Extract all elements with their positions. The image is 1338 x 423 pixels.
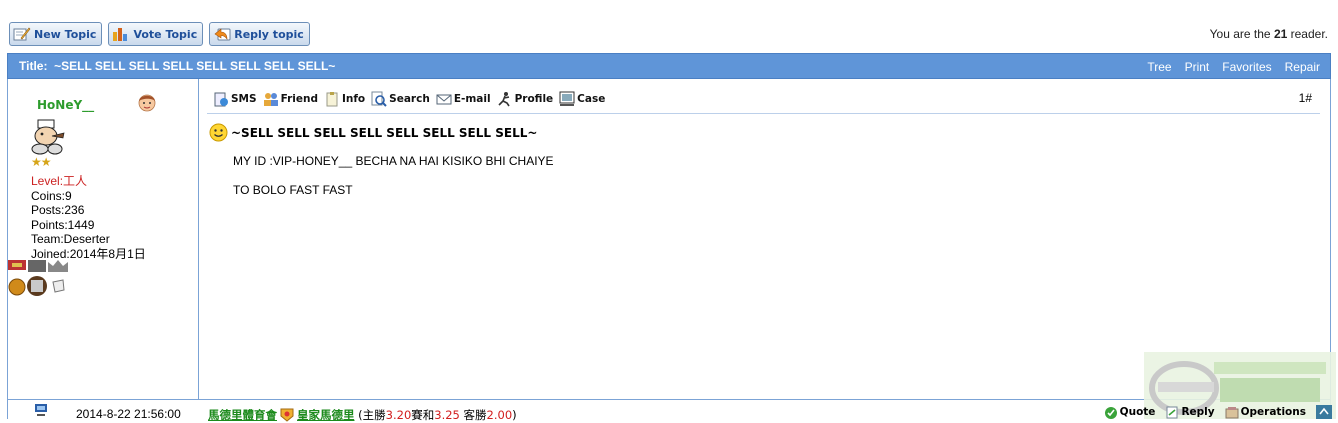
quote-label: Quote xyxy=(1119,406,1156,418)
reply-icon xyxy=(1166,406,1178,418)
ad-link-atletico[interactable]: 馬德里體育會 xyxy=(208,407,277,423)
user-team: Team:Deserter xyxy=(31,232,110,246)
title-links: Tree Print Favorites Repair xyxy=(1147,60,1320,74)
reply-button[interactable]: Reply xyxy=(1165,406,1215,419)
user-stats: Level:工人 Coins:9 Posts:236 Points:1449 T… xyxy=(31,174,146,261)
sms-icon xyxy=(214,92,228,107)
email-label: E-mail xyxy=(453,93,491,105)
odds-home: 3.20 xyxy=(385,408,412,422)
post-tools: SMS Friend Info Search E-mail Profile Ca… xyxy=(213,91,605,107)
operations-label: Operations xyxy=(1240,406,1306,418)
reader-count: You are the 21 reader. xyxy=(1210,27,1328,41)
new-topic-button[interactable]: New Topic xyxy=(9,22,103,46)
reader-number: 21 xyxy=(1273,27,1288,41)
print-link[interactable]: Print xyxy=(1185,60,1210,74)
footer-ad: 馬德里體育會 皇家馬德里 (主勝 3.20 賽和 3.25 客勝 2.00 ) xyxy=(208,407,517,423)
user-level: Level:工人 xyxy=(31,174,88,188)
pencil-paper-icon xyxy=(13,27,31,41)
title-text: ~SELL SELL SELL SELL SELL SELL SELL SELL… xyxy=(54,59,336,73)
search-label: Search xyxy=(389,93,430,105)
reply-topic-label: Reply topic xyxy=(234,27,304,41)
reply-topic-button[interactable]: Reply topic xyxy=(209,22,310,46)
reader-suffix: reader. xyxy=(1290,27,1328,41)
post-title: ~SELL SELL SELL SELL SELL SELL SELL SELL… xyxy=(209,123,537,142)
new-topic-label: New Topic xyxy=(34,27,97,41)
computer-icon xyxy=(35,404,47,416)
user-points: Points:1449 xyxy=(31,217,95,232)
odds-away: 2.00 xyxy=(486,408,513,422)
odds-close: ) xyxy=(512,408,517,422)
sms-button[interactable]: SMS xyxy=(213,91,257,107)
post-container: HoNeY__ ★★ Level:工人 Coins:9 Posts:236 Po… xyxy=(7,79,1331,419)
quote-icon xyxy=(1104,406,1117,419)
popeye-avatar xyxy=(31,119,65,155)
reply-label: Reply xyxy=(1181,406,1215,418)
topic-toolbar: New Topic Vote Topic Reply topic xyxy=(9,22,310,46)
clipboard-icon xyxy=(326,92,338,107)
search-icon xyxy=(371,91,387,107)
running-person-icon xyxy=(498,92,510,107)
reply-arrow-icon xyxy=(214,28,231,41)
username-link[interactable]: HoNeY__ xyxy=(37,98,94,112)
rank-stars: ★★ xyxy=(31,155,51,169)
floor-number: 1# xyxy=(1298,91,1312,105)
post-footer-divider xyxy=(8,399,1330,400)
post-title-text: ~SELL SELL SELL SELL SELL SELL SELL SELL… xyxy=(231,125,538,140)
profile-label: Profile xyxy=(514,93,554,105)
friend-button[interactable]: Friend xyxy=(263,91,318,107)
topic-title-bar: Title: ~SELL SELL SELL SELL SELL SELL SE… xyxy=(7,53,1331,79)
scroll-top-icon[interactable] xyxy=(1316,405,1332,419)
user-info-panel: HoNeY__ ★★ Level:工人 Coins:9 Posts:236 Po… xyxy=(8,79,199,399)
odds-draw: 3.25 xyxy=(434,408,460,422)
case-button[interactable]: Case xyxy=(559,91,605,107)
odds-away-label: 客勝 xyxy=(463,408,487,422)
quote-button[interactable]: Quote xyxy=(1104,406,1156,419)
friends-icon xyxy=(263,93,278,106)
boy-face-icon xyxy=(138,94,156,112)
medal-icons xyxy=(8,260,68,296)
case-label: Case xyxy=(577,93,606,105)
info-button[interactable]: Info xyxy=(324,91,365,107)
odds-home-label: (主勝 xyxy=(358,408,386,422)
user-joined: Joined:2014年8月1日 xyxy=(31,246,146,261)
ad-link-real-madrid[interactable]: 皇家馬德里 xyxy=(297,407,355,423)
tree-link[interactable]: Tree xyxy=(1147,60,1171,74)
sms-label: SMS xyxy=(231,93,257,105)
tools-divider xyxy=(207,113,1320,114)
info-label: Info xyxy=(341,93,366,105)
odds-draw-label: 賽和 xyxy=(411,408,435,422)
friend-label: Friend xyxy=(280,93,318,105)
reader-prefix: You are the xyxy=(1209,27,1271,41)
envelope-icon xyxy=(436,94,452,105)
smiley-icon xyxy=(209,123,228,142)
topic-title: Title: ~SELL SELL SELL SELL SELL SELL SE… xyxy=(19,59,335,73)
post-content-panel: SMS Friend Info Search E-mail Profile Ca… xyxy=(199,79,1330,399)
search-button[interactable]: Search xyxy=(371,91,430,107)
favorites-link[interactable]: Favorites xyxy=(1222,60,1271,74)
user-coins: Coins:9 xyxy=(31,188,72,203)
email-button[interactable]: E-mail xyxy=(436,91,491,107)
profile-button[interactable]: Profile xyxy=(497,91,554,107)
user-posts: Posts:236 xyxy=(31,203,85,217)
vote-topic-button[interactable]: Vote Topic xyxy=(108,22,204,46)
post-body-line: MY ID :VIP-HONEY__ BECHA NA HAI KISIKO B… xyxy=(233,154,554,168)
operations-button[interactable]: Operations xyxy=(1225,406,1306,419)
operations-icon xyxy=(1225,406,1239,418)
club-badge-icon xyxy=(280,408,294,422)
post-body-line: TO BOLO FAST FAST xyxy=(233,183,353,197)
title-label: Title: xyxy=(19,59,48,73)
post-actions: Quote Reply Operations xyxy=(1104,405,1332,419)
repair-link[interactable]: Repair xyxy=(1285,60,1320,74)
monitor-case-icon xyxy=(559,91,575,106)
bar-chart-icon xyxy=(113,28,128,41)
vote-topic-label: Vote Topic xyxy=(133,27,198,41)
